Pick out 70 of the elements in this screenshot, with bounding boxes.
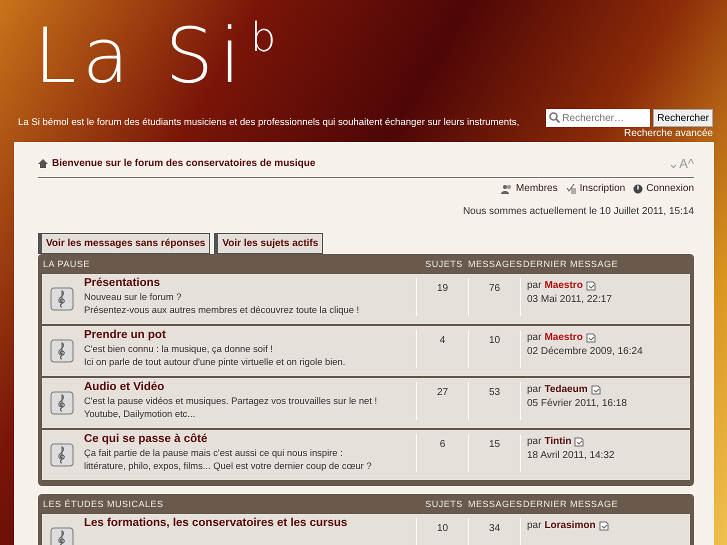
author-link[interactable]: Maestro bbox=[544, 280, 583, 291]
forum-description: C'est bien connu : la musique, ça donne soif ! bbox=[84, 343, 274, 354]
topic-count: 19 bbox=[416, 278, 468, 316]
site-tagline: La Si bémol est le forum des étudiants musiciens et des professionnels qui souhaitent échanger sur leurs instruments, bbox=[18, 117, 520, 128]
search-field[interactable]: Rechercher… bbox=[546, 109, 650, 127]
checklist-icon bbox=[566, 184, 577, 194]
author-link[interactable]: Tedaeum bbox=[544, 384, 588, 395]
treble-clef-icon bbox=[50, 391, 74, 415]
view-post-icon[interactable] bbox=[586, 332, 596, 342]
column-header: DERNIER MESSAGE bbox=[522, 259, 620, 269]
view-post-icon[interactable] bbox=[590, 384, 601, 394]
action-button[interactable]: Voir les messages sans réponses bbox=[38, 233, 210, 254]
by-label: par bbox=[527, 520, 542, 531]
last-post-date: 05 Février 2011, 16:18 bbox=[527, 398, 628, 409]
category-title: LES ÉTUDES MUSICALES bbox=[42, 499, 165, 509]
category-title: LA PAUSE bbox=[42, 259, 91, 269]
forum-title[interactable]: Audio et Vidéo bbox=[84, 381, 416, 393]
forum-title[interactable]: Les formations, les conservatoires et les cursus bbox=[84, 517, 416, 529]
column-header: MESSAGES bbox=[468, 499, 520, 509]
post-count: 76 bbox=[468, 278, 520, 316]
user-link[interactable]: Connexion bbox=[633, 183, 694, 194]
last-post-date: 02 Décembre 2009, 16:24 bbox=[527, 346, 644, 357]
forum-description: Youtube, Dailymotion etc... bbox=[84, 408, 196, 419]
forum-title[interactable]: Ce qui se passe à côté bbox=[84, 433, 416, 445]
column-header: SUJETS bbox=[424, 259, 464, 269]
column-header: MESSAGES bbox=[468, 259, 520, 269]
author-link[interactable]: Tintin bbox=[544, 436, 572, 447]
topic-count: 4 bbox=[416, 330, 468, 368]
by-label: par bbox=[527, 384, 542, 395]
view-post-icon[interactable] bbox=[598, 520, 609, 530]
home-icon bbox=[38, 159, 48, 168]
forum-description: Ici on parle de tout autour d'une pinte virtuelle et on rigole bien. bbox=[84, 356, 346, 367]
post-count: 34 bbox=[468, 518, 520, 545]
user-link[interactable]: Inscription bbox=[566, 183, 626, 194]
by-label: par bbox=[527, 332, 542, 343]
users-icon bbox=[500, 184, 513, 194]
view-post-icon[interactable] bbox=[574, 436, 584, 446]
action-button[interactable]: Voir les sujets actifs bbox=[214, 233, 324, 254]
forum-title[interactable]: Prendre un pot bbox=[84, 329, 416, 341]
forum-description: littérature, philo, expos, films... Quel est votre dernier coup de cœur ? bbox=[84, 460, 373, 471]
by-label: par bbox=[527, 436, 542, 447]
topic-count: 6 bbox=[416, 434, 468, 472]
forum-description: Ça fait partie de la pause mais c'est aussi ce qui nous inspire : bbox=[84, 447, 344, 458]
author-link[interactable]: Maestro bbox=[544, 332, 583, 343]
by-label: par bbox=[527, 280, 542, 291]
search-icon bbox=[549, 112, 560, 123]
author-link[interactable]: Lorasimon bbox=[544, 520, 596, 531]
last-post-date: 18 Avril 2011, 14:32 bbox=[527, 450, 616, 461]
column-header: SUJETS bbox=[424, 499, 464, 509]
topic-count: 10 bbox=[416, 518, 468, 545]
forum-description: Nouveau sur le forum ? bbox=[84, 291, 182, 302]
post-count: 15 bbox=[468, 434, 520, 472]
forum-description: Présentez-vous aux autres membres et découvrez toute la clique ! bbox=[84, 304, 360, 315]
post-count: 53 bbox=[468, 382, 520, 420]
user-link[interactable]: Membres bbox=[500, 183, 558, 194]
breadcrumb-link[interactable]: Bienvenue sur le forum des conservatoires de musique bbox=[38, 158, 316, 169]
treble-clef-icon bbox=[50, 443, 74, 467]
power-icon bbox=[633, 184, 644, 194]
last-post-date: 03 Mai 2011, 22:17 bbox=[527, 294, 613, 305]
treble-clef-icon bbox=[50, 287, 74, 311]
treble-clef-icon bbox=[50, 339, 74, 363]
advanced-search-link[interactable]: Recherche avancée bbox=[624, 128, 713, 139]
view-post-icon[interactable] bbox=[586, 280, 596, 290]
search-button[interactable]: Rechercher bbox=[653, 109, 713, 127]
forum-description: C'est la pause vidéos et musiques. Partagez vos trouvailles sur le net ! bbox=[84, 395, 378, 406]
post-count: 10 bbox=[468, 330, 520, 368]
column-header: DERNIER MESSAGE bbox=[522, 499, 620, 509]
topic-count: 27 bbox=[416, 382, 468, 420]
current-time: Nous sommes actuellement le 10 Juillet 2011, 15:14 bbox=[462, 206, 694, 217]
forum-title[interactable]: Présentations bbox=[84, 277, 416, 289]
